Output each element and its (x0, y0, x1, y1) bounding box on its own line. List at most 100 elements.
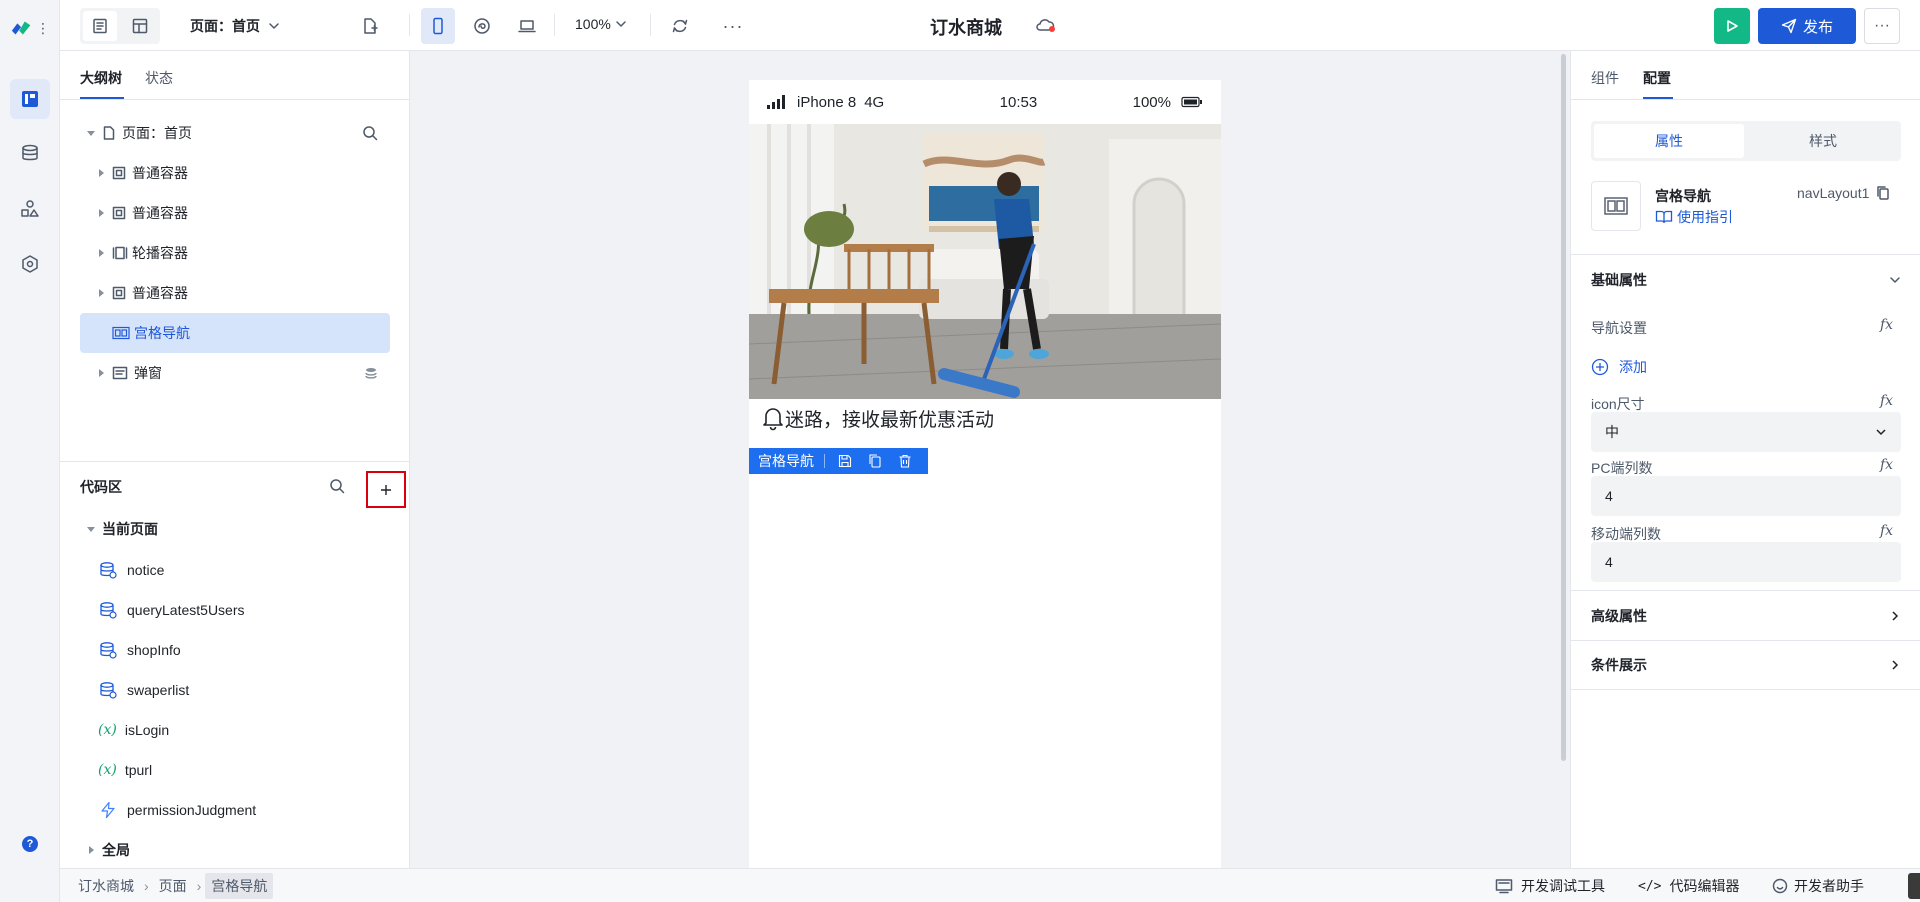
chevron-right-icon (1892, 610, 1899, 621)
tree-node-page[interactable]: 页面：首页 (80, 113, 390, 153)
caret-right-icon (99, 209, 104, 217)
layout-icon (22, 91, 38, 107)
app-logo[interactable]: ⋮ (10, 14, 50, 42)
help-icon[interactable]: ? (22, 836, 38, 852)
code-item-tpurl[interactable]: (x) tpurl (80, 750, 400, 790)
top-more-button[interactable]: ··· (1864, 8, 1900, 44)
component-thumbnail (1591, 181, 1641, 231)
code-icon: </> (1638, 878, 1662, 894)
code-group-label: 全局 (102, 842, 130, 858)
mini-program-icon (474, 18, 490, 34)
breadcrumb-separator-icon: › (196, 878, 202, 894)
more-button[interactable]: ··· (715, 8, 751, 44)
zoom-select[interactable]: 100% (575, 16, 627, 32)
run-button[interactable] (1714, 8, 1750, 44)
code-editor-button[interactable]: </> 代码编辑器 (1638, 869, 1739, 902)
more-icon: ··· (1874, 17, 1890, 34)
tab-outline-tree[interactable]: 大纲树 (80, 68, 122, 88)
rail-settings-button[interactable] (10, 244, 50, 284)
code-item-islogin[interactable]: (x) isLogin (80, 710, 400, 750)
container-icon (112, 166, 126, 180)
tab-state[interactable]: 状态 (145, 68, 173, 88)
delete-icon[interactable] (897, 453, 913, 469)
fx-icon[interactable]: fx (1880, 393, 1893, 409)
search-icon[interactable] (329, 478, 345, 494)
code-item-query[interactable]: queryLatest5Users (80, 590, 400, 630)
code-item-permission[interactable]: permissionJudgment (80, 790, 400, 830)
segment-properties[interactable]: 属性 (1594, 124, 1744, 158)
cloud-sync-icon[interactable] (1035, 16, 1057, 34)
copy-icon[interactable] (867, 453, 883, 469)
tab-config[interactable]: 配置 (1643, 68, 1671, 88)
chevron-right-icon (1892, 660, 1899, 670)
more-icon: ··· (722, 15, 744, 36)
container-icon (112, 206, 126, 220)
code-item-label: notice (127, 562, 165, 578)
layout-view-button[interactable] (123, 11, 157, 41)
rail-components-button[interactable] (10, 189, 50, 229)
code-group-current-page[interactable]: 当前页面 (80, 509, 400, 549)
database-icon (100, 562, 117, 579)
rail-data-button[interactable] (10, 133, 50, 173)
mobile-preview-button[interactable] (421, 8, 455, 44)
segmented-control: 属性 样式 (1591, 121, 1901, 161)
tab-components[interactable]: 组件 (1591, 68, 1619, 88)
chevron-down-icon (1876, 429, 1886, 436)
tree-node-grid-nav[interactable]: 宫格导航 (80, 313, 390, 353)
code-item-label: tpurl (124, 762, 153, 778)
usage-guide-link[interactable]: 使用指引 (1655, 207, 1733, 227)
pc-columns-input[interactable]: 4 (1591, 476, 1901, 516)
code-item-swaperlist[interactable]: swaperlist (80, 670, 400, 710)
chevron-down-icon (269, 23, 279, 29)
add-code-button[interactable] (366, 471, 406, 508)
fx-icon[interactable]: fx (1880, 523, 1893, 539)
canvas-scrollbar[interactable] (1561, 54, 1566, 761)
side-handle[interactable] (1908, 873, 1920, 899)
fx-icon[interactable]: fx (1880, 317, 1893, 333)
breadcrumb-item[interactable]: 订水商城 (72, 873, 140, 899)
search-icon[interactable] (362, 125, 378, 141)
section-advanced-properties[interactable]: 高级属性 (1571, 590, 1920, 640)
tree-node-container[interactable]: 普通容器 (80, 193, 390, 233)
publish-button[interactable]: 发布 (1758, 8, 1856, 44)
fx-icon[interactable]: fx (1880, 457, 1893, 473)
segment-style[interactable]: 样式 (1748, 124, 1898, 158)
breadcrumb-item-current[interactable]: 宫格导航 (205, 873, 274, 899)
icon-size-select[interactable]: 中 (1591, 412, 1901, 452)
tree-node-container[interactable]: 普通容器 (80, 273, 390, 313)
dev-helper-label: 开发者助手 (1794, 878, 1864, 894)
code-group-global[interactable]: 全局 (80, 830, 400, 870)
tree-node-container[interactable]: 普通容器 (80, 153, 390, 193)
carousel-banner-image[interactable] (749, 124, 1221, 399)
copy-icon[interactable] (1875, 185, 1891, 201)
section-conditional-display[interactable]: 条件展示 (1571, 640, 1920, 690)
phone-preview[interactable]: iPhone 8 4G 10:53 100% 迷路，接收最新优惠活动 宫格导航 (749, 80, 1221, 868)
tree-node-dialog[interactable]: 弹窗 (80, 353, 390, 393)
notice-bar[interactable]: 迷路，接收最新优惠活动 (761, 404, 994, 432)
dev-helper-button[interactable]: 开发者助手 (1772, 869, 1864, 902)
page-selector[interactable]: 页面：首页 (190, 16, 280, 36)
code-item-label: swaperlist (127, 682, 190, 698)
breadcrumb-separator-icon: › (144, 878, 149, 894)
battery-percent: 100% (1132, 93, 1171, 111)
refresh-button[interactable] (662, 8, 698, 44)
code-item-notice[interactable]: notice (80, 550, 400, 590)
add-page-button[interactable] (352, 8, 388, 44)
code-item-shopinfo[interactable]: shopInfo (80, 630, 400, 670)
add-nav-item-button[interactable]: 添加 (1591, 357, 1647, 377)
breadcrumb-item[interactable]: 页面 (153, 873, 193, 899)
dev-tools-button[interactable]: 开发调试工具 (1495, 869, 1605, 902)
tree-node-label: 页面：首页 (122, 125, 192, 141)
tree-node-carousel[interactable]: 轮播容器 (80, 233, 390, 273)
desktop-preview-button[interactable] (510, 8, 544, 44)
document-icon (93, 18, 107, 34)
section-title: 基础属性 (1591, 271, 1647, 288)
list-view-button[interactable] (83, 11, 117, 41)
mobile-columns-input[interactable]: 4 (1591, 542, 1901, 582)
mini-program-button[interactable] (465, 8, 499, 44)
section-basic-properties[interactable]: 基础属性 (1571, 254, 1920, 304)
right-panel: 组件 配置 属性 样式 宫格导航 使用指引 navLayout1 基础属性 导航… (1570, 51, 1920, 868)
top-bar: 页面：首页 100% ··· 订水商城 发布 ··· (60, 0, 1920, 51)
save-icon[interactable] (837, 453, 853, 469)
rail-outline-button[interactable] (10, 79, 50, 119)
